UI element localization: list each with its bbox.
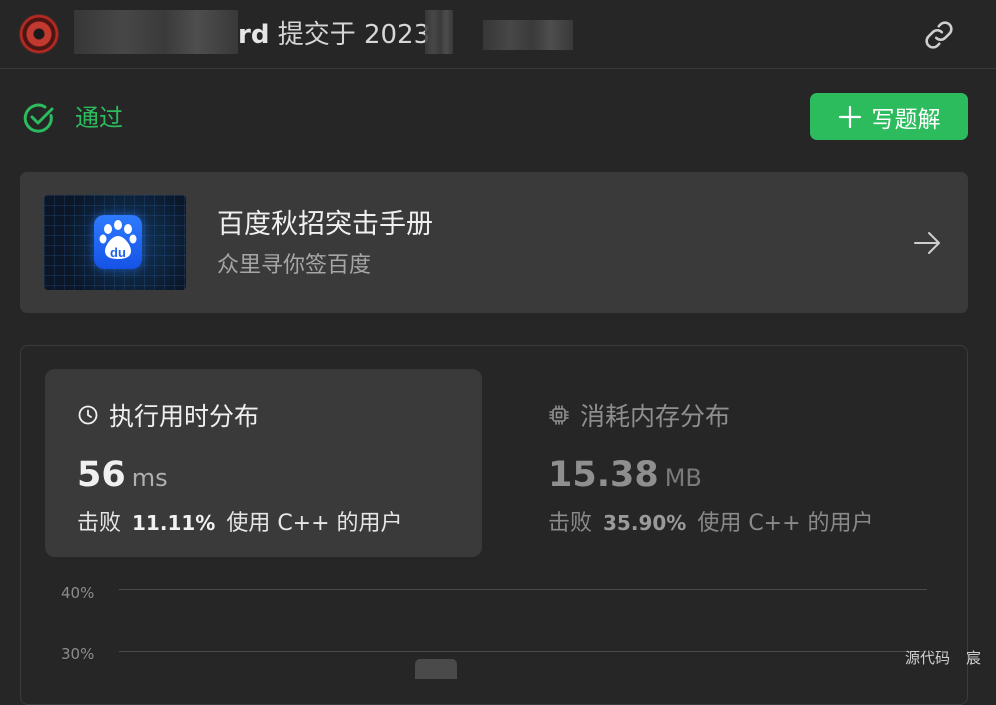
promo-thumbnail: du [44, 195, 186, 290]
memory-value: 15.38 MB [548, 455, 702, 495]
memory-beat: 击败 35.90% 使用 C++ 的用户 [548, 505, 874, 537]
svg-text:du: du [110, 245, 126, 260]
plus-icon [838, 105, 861, 128]
user-avatar[interactable] [19, 14, 59, 54]
arrow-right-icon[interactable] [912, 228, 942, 258]
runtime-beat-suffix: 使用 C++ 的用户 [226, 511, 403, 536]
write-solution-button[interactable]: 写题解 [810, 93, 968, 140]
promo-subtitle: 众里寻你签百度 [217, 253, 372, 278]
clock-icon [78, 405, 98, 425]
stats-panel: 执行用时分布 56 ms 击败 11.11% 使用 C++ 的用户 消耗内存分布 … [20, 345, 968, 705]
tab-extra[interactable]: 宸 [966, 647, 981, 668]
link-icon[interactable] [922, 18, 956, 52]
memory-number: 15.38 [548, 455, 659, 495]
redacted-time [483, 20, 573, 50]
tab-source-code[interactable]: 源代码 [905, 647, 950, 668]
memory-beat-prefix: 击败 [548, 511, 593, 536]
y-tick-30: 30% [61, 645, 95, 663]
write-solution-label: 写题解 [871, 106, 941, 133]
memory-heading: 消耗内存分布 [548, 397, 730, 433]
status-label: 通过 [75, 104, 123, 132]
runtime-heading: 执行用时分布 [77, 397, 259, 433]
gridline-40 [119, 589, 927, 590]
promo-card[interactable]: du 百度秋招突击手册 众里寻你签百度 [20, 172, 968, 313]
runtime-card[interactable]: 执行用时分布 56 ms 击败 11.11% 使用 C++ 的用户 [45, 369, 482, 557]
redacted-date [425, 10, 453, 54]
memory-beat-suffix: 使用 C++ 的用户 [697, 511, 874, 536]
memory-card[interactable]: 消耗内存分布 15.38 MB 击败 35.90% 使用 C++ 的用户 [516, 369, 953, 557]
runtime-number: 56 [77, 455, 126, 495]
promo-title: 百度秋招突击手册 [217, 209, 433, 240]
check-circle-icon [23, 103, 54, 133]
runtime-value: 56 ms [77, 455, 168, 495]
submission-header: rd 提交于 2023 [0, 0, 996, 69]
submission-info: rd 提交于 2023 [238, 18, 430, 52]
submitted-text: 提交于 2023 [269, 20, 431, 50]
runtime-beat-prefix: 击败 [77, 511, 122, 536]
runtime-beat: 击败 11.11% 使用 C++ 的用户 [77, 505, 403, 537]
memory-unit: MB [664, 464, 702, 492]
y-tick-40: 40% [61, 584, 95, 602]
bottom-tabs: 源代码 宸 [905, 647, 981, 668]
gridline-30 [119, 651, 927, 652]
runtime-unit: ms [131, 464, 168, 492]
chip-icon [549, 405, 569, 425]
baidu-logo: du [94, 215, 142, 269]
memory-heading-label: 消耗内存分布 [580, 402, 731, 431]
chart-bar[interactable] [415, 659, 457, 679]
runtime-heading-label: 执行用时分布 [109, 402, 260, 431]
redacted-username [74, 10, 238, 54]
runtime-beat-pct: 11.11% [132, 511, 216, 535]
username-tail: rd [238, 20, 270, 50]
memory-beat-pct: 35.90% [603, 511, 687, 535]
